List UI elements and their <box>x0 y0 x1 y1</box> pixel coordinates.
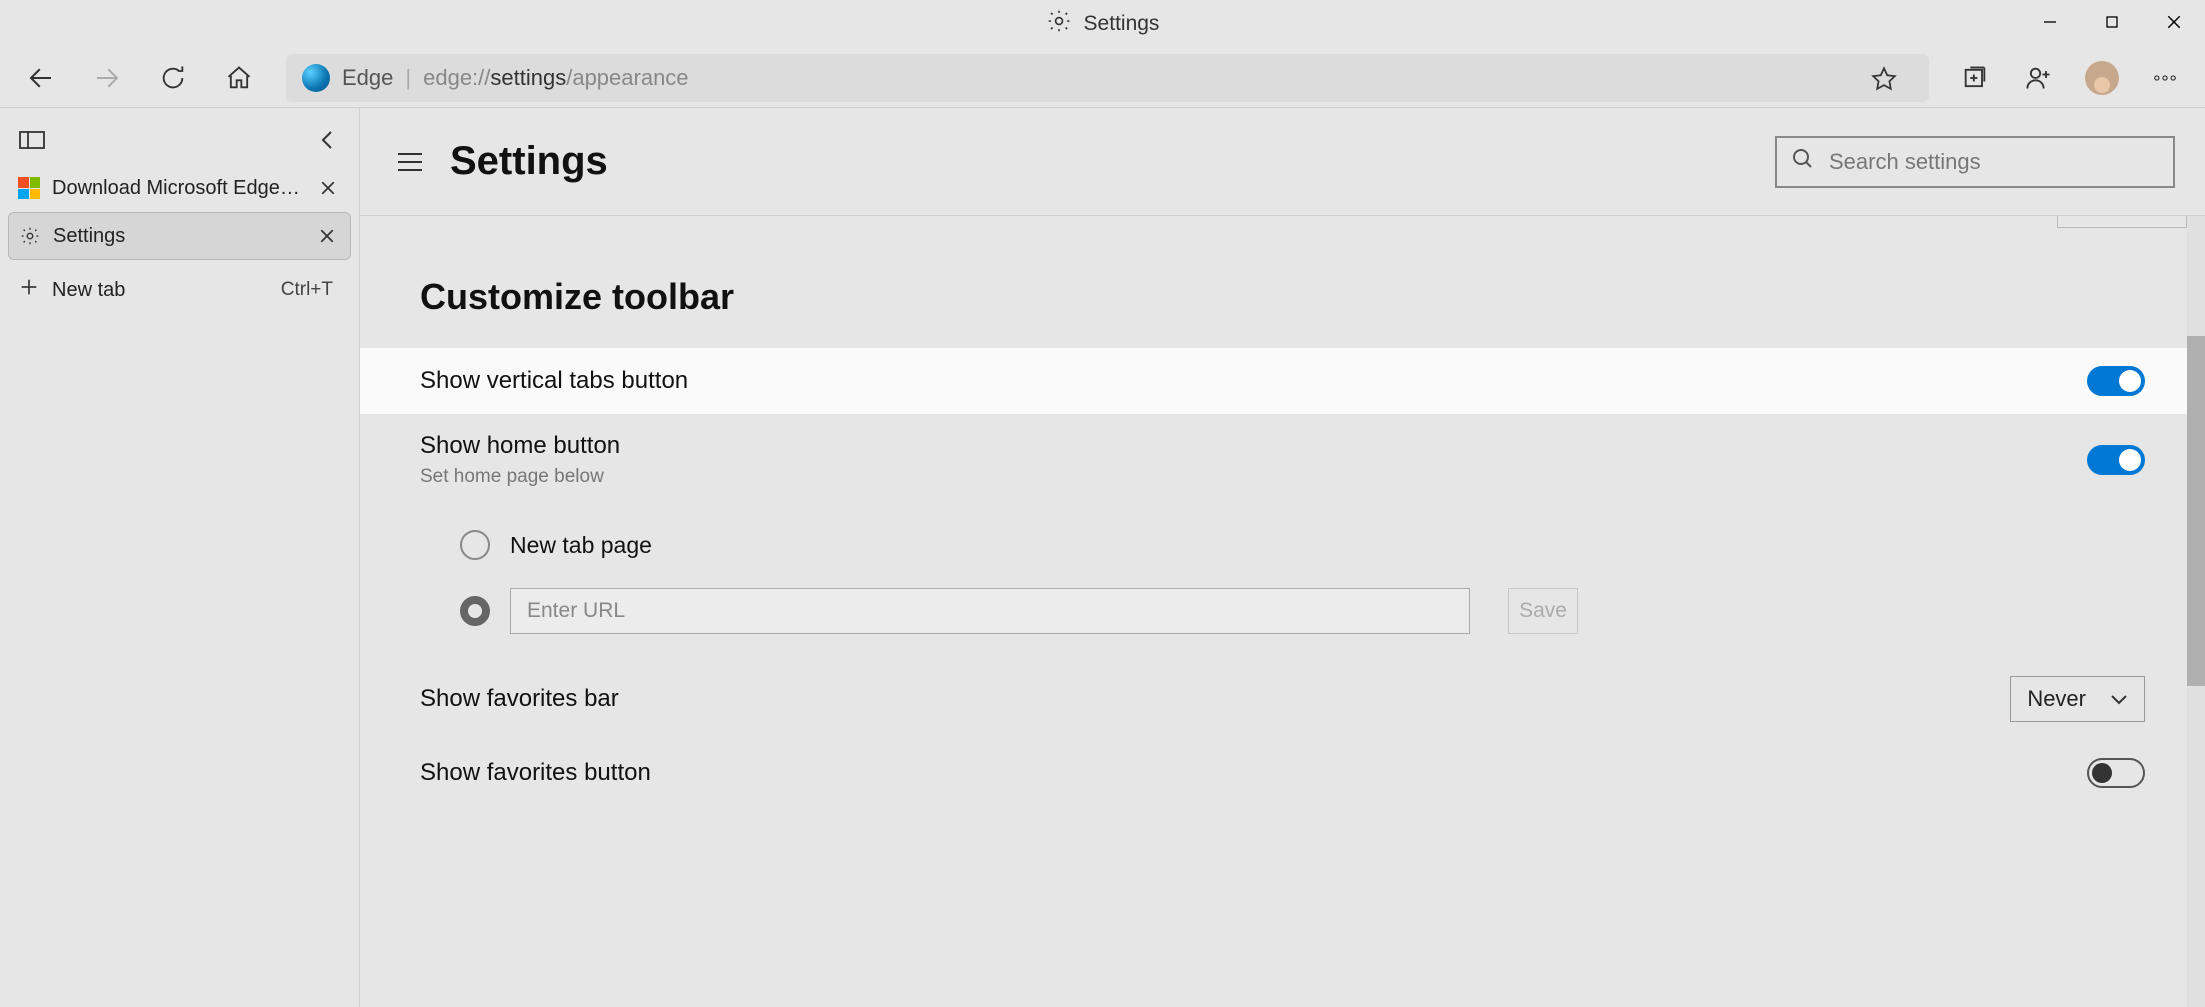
close-tab-icon[interactable] <box>314 223 340 249</box>
tab-label: Settings <box>53 225 302 248</box>
more-menu-icon[interactable] <box>2137 54 2193 102</box>
toggle-vertical-tabs[interactable] <box>2087 366 2145 396</box>
dropdown-value: Never <box>2027 686 2086 712</box>
toolbar-right-icons <box>1947 54 2193 102</box>
collapse-tabs-icon[interactable] <box>309 122 345 158</box>
new-tab-button[interactable]: New tab Ctrl+T <box>8 266 351 314</box>
toggle-home-button[interactable] <box>2087 445 2145 475</box>
microsoft-logo-icon <box>18 177 40 199</box>
url-scheme: edge:// <box>423 65 490 90</box>
scrollbar-thumb[interactable] <box>2187 336 2205 686</box>
edge-logo-icon <box>302 64 330 92</box>
gear-icon <box>1046 8 1072 40</box>
setting-label: Show home button <box>420 432 620 459</box>
close-tab-icon[interactable] <box>315 175 341 201</box>
settings-menu-icon[interactable] <box>390 142 430 182</box>
main-area: Download Microsoft Edge for Bu Settings … <box>0 108 2205 1007</box>
setting-sublabel: Set home page below <box>420 466 620 488</box>
radio-label: New tab page <box>510 532 652 559</box>
search-icon <box>1791 147 1815 176</box>
site-identity: Edge <box>342 65 393 91</box>
refresh-button[interactable] <box>144 54 202 102</box>
new-tab-label: New tab <box>52 279 125 302</box>
setting-row-favorites-button: Show favorites button <box>360 740 2205 806</box>
home-page-radio-group: New tab page Save <box>360 506 2205 658</box>
collections-icon[interactable] <box>1947 54 2003 102</box>
tab-item-settings[interactable]: Settings <box>8 212 351 260</box>
radio-new-tab-page[interactable] <box>460 530 490 560</box>
chevron-down-icon <box>2110 686 2128 712</box>
save-button-label: Save <box>1519 599 1567 623</box>
window-title: Settings <box>1084 12 1160 36</box>
tabs-panel-icon[interactable] <box>14 122 50 158</box>
radio-row-custom-url[interactable]: Save <box>460 574 2145 648</box>
favorites-bar-dropdown[interactable]: Never <box>2010 676 2145 722</box>
home-button[interactable] <box>210 54 268 102</box>
radio-row-new-tab-page[interactable]: New tab page <box>460 516 2145 574</box>
setting-label: Show favorites bar <box>420 685 619 713</box>
setting-row-vertical-tabs: Show vertical tabs button <box>360 348 2205 414</box>
window-titlebar: Settings <box>0 0 2205 48</box>
partial-control-top <box>2057 216 2187 228</box>
section-title-customize-toolbar: Customize toolbar <box>360 216 2205 348</box>
setting-row-favorites-bar: Show favorites bar Never <box>360 658 2205 740</box>
browser-toolbar: Edge | edge://settings/appearance <box>0 48 2205 108</box>
window-controls <box>2019 0 2205 44</box>
scrollbar-track[interactable] <box>2187 216 2205 1007</box>
profile-sync-icon[interactable] <box>2011 54 2067 102</box>
address-divider: | <box>405 65 411 91</box>
settings-header: Settings <box>360 108 2205 216</box>
plus-icon <box>18 276 40 304</box>
titlebar-title-group: Settings <box>1046 8 1160 40</box>
address-bar[interactable]: Edge | edge://settings/appearance <box>286 54 1929 102</box>
back-button[interactable] <box>12 54 70 102</box>
settings-content: Settings Customize toolbar Show vertical… <box>360 108 2205 1007</box>
close-button[interactable] <box>2143 0 2205 44</box>
user-avatar[interactable] <box>2085 61 2119 95</box>
new-tab-shortcut: Ctrl+T <box>281 279 333 301</box>
minimize-button[interactable] <box>2019 0 2081 44</box>
toggle-favorites-button[interactable] <box>2087 758 2145 788</box>
maximize-button[interactable] <box>2081 0 2143 44</box>
save-button[interactable]: Save <box>1508 588 1578 634</box>
gear-icon <box>19 225 41 247</box>
home-url-input[interactable] <box>510 588 1470 634</box>
url-text: edge://settings/appearance <box>423 65 688 91</box>
radio-custom-url[interactable] <box>460 596 490 626</box>
url-host: settings <box>490 65 566 90</box>
setting-row-home-button: Show home button Set home page below <box>360 414 2205 506</box>
vertical-tabs-header <box>8 116 351 164</box>
search-settings-input[interactable] <box>1829 149 2159 175</box>
tab-item-download-edge[interactable]: Download Microsoft Edge for Bu <box>8 164 351 212</box>
settings-title: Settings <box>450 139 608 184</box>
setting-label: Show favorites button <box>420 759 651 787</box>
favorite-star-icon[interactable] <box>1855 54 1913 102</box>
forward-button[interactable] <box>78 54 136 102</box>
settings-body: Customize toolbar Show vertical tabs but… <box>360 216 2205 1007</box>
setting-label: Show vertical tabs button <box>420 367 688 395</box>
tab-label: Download Microsoft Edge for Bu <box>52 177 303 200</box>
url-path: /appearance <box>566 65 688 90</box>
vertical-tabs-sidebar: Download Microsoft Edge for Bu Settings … <box>0 108 360 1007</box>
search-settings-box[interactable] <box>1775 136 2175 188</box>
